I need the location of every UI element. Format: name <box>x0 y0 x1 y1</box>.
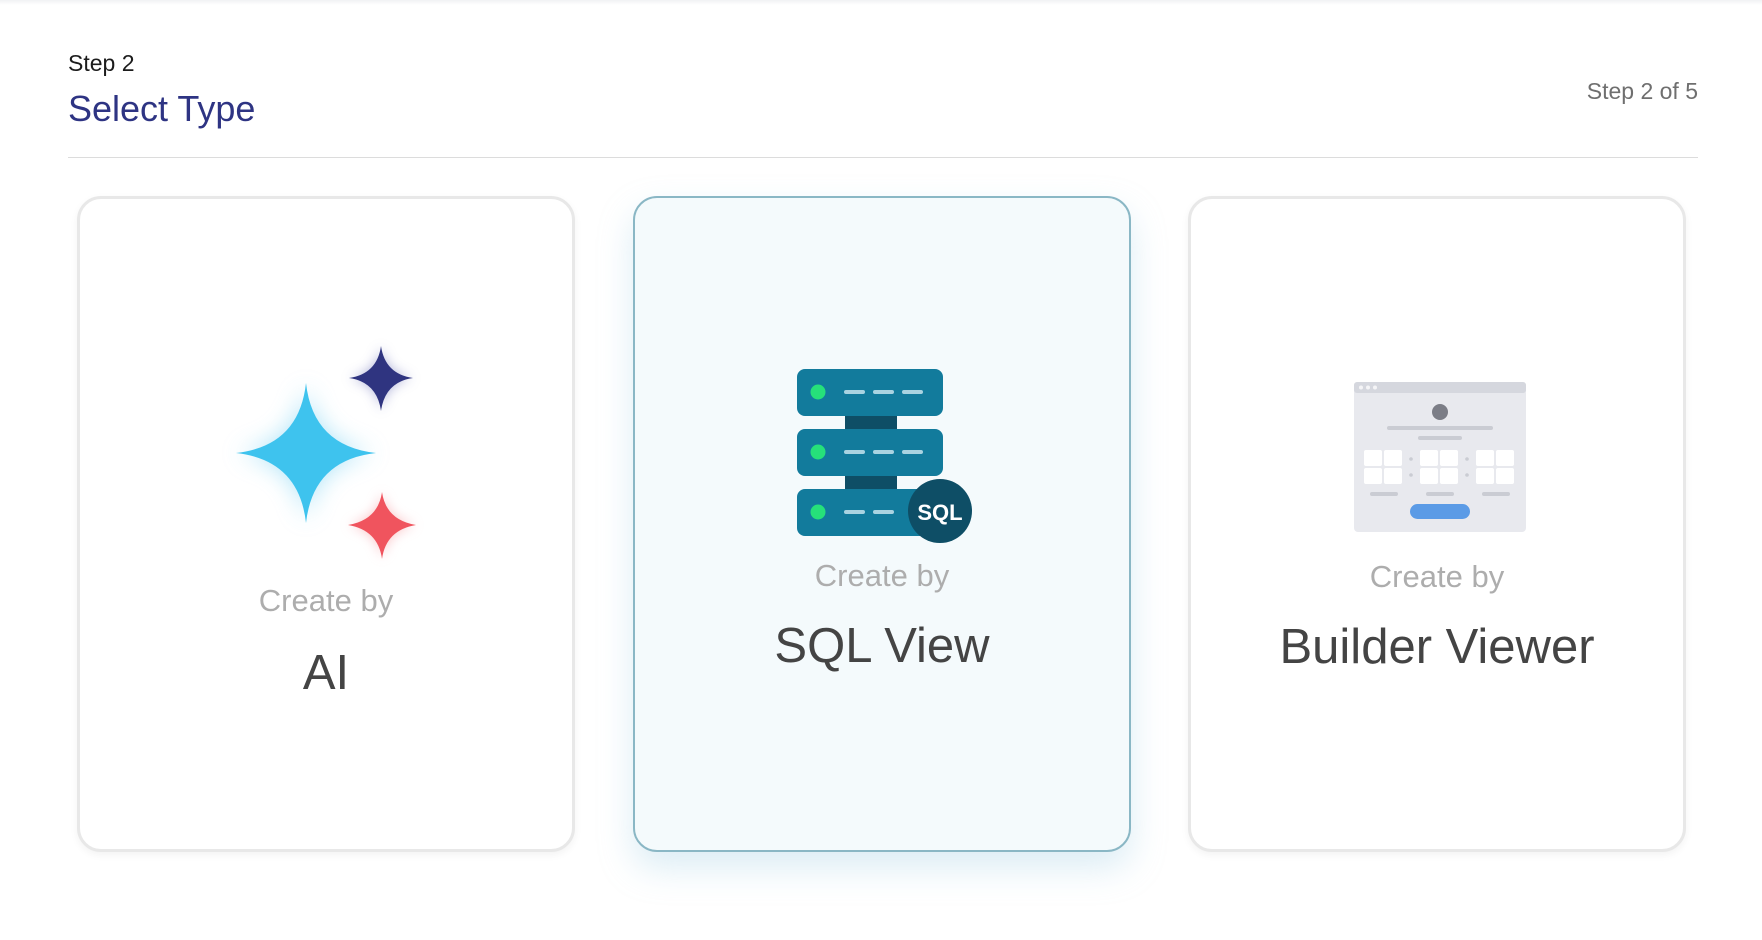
page-title: Select Type <box>68 88 256 129</box>
sparkles-icon <box>236 346 416 559</box>
select-type-step: Step 2 Select Type Step 2 of 5 Create by <box>0 0 1762 940</box>
header-divider <box>68 157 1698 158</box>
sql-badge: SQL <box>917 500 962 525</box>
create-by-sql-view-card[interactable]: SQL Create by SQL View <box>633 196 1131 852</box>
sql-server-icon: SQL <box>797 369 972 543</box>
card-title: SQL View <box>774 619 990 673</box>
card-caption: Create by <box>258 583 394 618</box>
builder-window-icon <box>1354 382 1526 532</box>
card-caption: Create by <box>1369 559 1505 594</box>
top-edge-shade <box>0 0 1762 5</box>
create-by-ai-card[interactable]: Create by AI <box>77 196 575 852</box>
card-caption: Create by <box>814 558 950 593</box>
create-by-builder-viewer-card[interactable]: Create by Builder Viewer <box>1188 196 1686 852</box>
card-title: Builder Viewer <box>1279 620 1595 674</box>
step-progress: Step 2 of 5 <box>1586 78 1698 104</box>
step-label: Step 2 <box>68 50 135 76</box>
card-title: AI <box>302 646 350 700</box>
